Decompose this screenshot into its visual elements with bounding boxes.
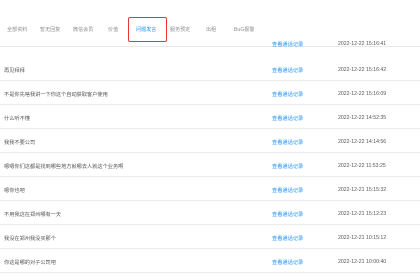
table-row: 查看通话记录 2022-12-22 15:16:41 [0, 37, 420, 48]
view-call-record-link[interactable]: 查看通话记录 [272, 139, 303, 146]
view-call-record-link[interactable]: 查看通话记录 [272, 163, 303, 170]
row-question: 不是你先啥我讲一下你这个自动获取客户使用 [4, 92, 108, 98]
row-time: 2022-12-22 14:14:56 [338, 139, 387, 145]
row-question: 什么听不懂 [4, 116, 30, 122]
row-question: 不用我这在郑州哪有一天 [4, 212, 62, 218]
tab-no-reply[interactable]: 暂无回复 [40, 26, 60, 33]
table-row: 不是你先啥我讲一下你这个自动获取客户使用 查看通话记录 2022-12-22 1… [0, 80, 420, 105]
table-row: 不用我这在郑州哪有一天 查看通话记录 2022-12-21 15:12:23 [0, 200, 420, 225]
view-call-record-link[interactable]: 查看通话记录 [272, 91, 303, 98]
tab-rent[interactable]: 出租 [206, 26, 216, 33]
row-question: 我没在郑州我没买那个 [4, 236, 56, 242]
row-time: 2022-12-22 15:16:09 [338, 91, 387, 97]
tab-service-booking[interactable]: 服务预定 [170, 26, 190, 33]
row-time: 2022-12-21 10:15:12 [338, 235, 387, 241]
tab-all[interactable]: 全部资料 [7, 26, 27, 33]
table-row: 嗯嗯你们这都是找到哪些地方就哪去人就这个业务啊 查看通话记录 2022-12-2… [0, 152, 420, 177]
tab-bug-alert[interactable]: BuG报警 [234, 26, 255, 33]
row-time: 2022-12-22 14:52:35 [338, 115, 387, 121]
row-time: 2022-12-21 10:00:40 [338, 259, 387, 265]
row-question: 我我不要公司 [4, 140, 36, 146]
table-row: 再见拜拜 查看通话记录 2022-12-22 15:16:42 [0, 56, 420, 81]
table-row: 你这是哪的对子公司吧 查看通话记录 2022-12-21 10:00:40 [0, 248, 420, 273]
view-call-record-link[interactable]: 查看通话记录 [272, 259, 303, 266]
row-time: 2022-12-21 15:12:23 [338, 211, 387, 217]
table-row: 什么听不懂 查看通话记录 2022-12-22 14:52:35 [0, 104, 420, 129]
tab-wechat-member[interactable]: 微信会员 [73, 26, 93, 33]
row-question: 你这是哪的对子公司吧 [4, 260, 56, 266]
view-call-record-link[interactable]: 查看通话记录 [272, 115, 303, 122]
table-row: 我没在郑州我没买那个 查看通话记录 2022-12-21 10:15:12 [0, 224, 420, 249]
view-call-record-link[interactable]: 查看通话记录 [272, 41, 303, 48]
tab-question[interactable]: 问题发言 [136, 26, 156, 33]
tab-value[interactable]: 价值 [108, 26, 118, 33]
view-call-record-link[interactable]: 查看通话记录 [272, 235, 303, 242]
view-call-record-link[interactable]: 查看通话记录 [272, 67, 303, 74]
row-question: 嗯你也吧 [4, 188, 25, 194]
row-time: 2022-12-22 15:16:42 [338, 67, 387, 73]
table-row: 我我不要公司 查看通话记录 2022-12-22 14:14:56 [0, 128, 420, 153]
view-call-record-link[interactable]: 查看通话记录 [272, 187, 303, 194]
row-time: 2022-12-22 11:53:25 [338, 163, 386, 169]
row-time: 2022-12-22 15:16:41 [338, 41, 387, 47]
row-question: 嗯嗯你们这都是找到哪些地方就哪去人就这个业务啊 [4, 164, 124, 170]
row-time: 2022-12-21 15:15:32 [338, 187, 387, 193]
row-question: 再见拜拜 [4, 68, 25, 74]
view-call-record-link[interactable]: 查看通话记录 [272, 211, 303, 218]
table-row: 嗯你也吧 查看通话记录 2022-12-21 15:15:32 [0, 176, 420, 201]
